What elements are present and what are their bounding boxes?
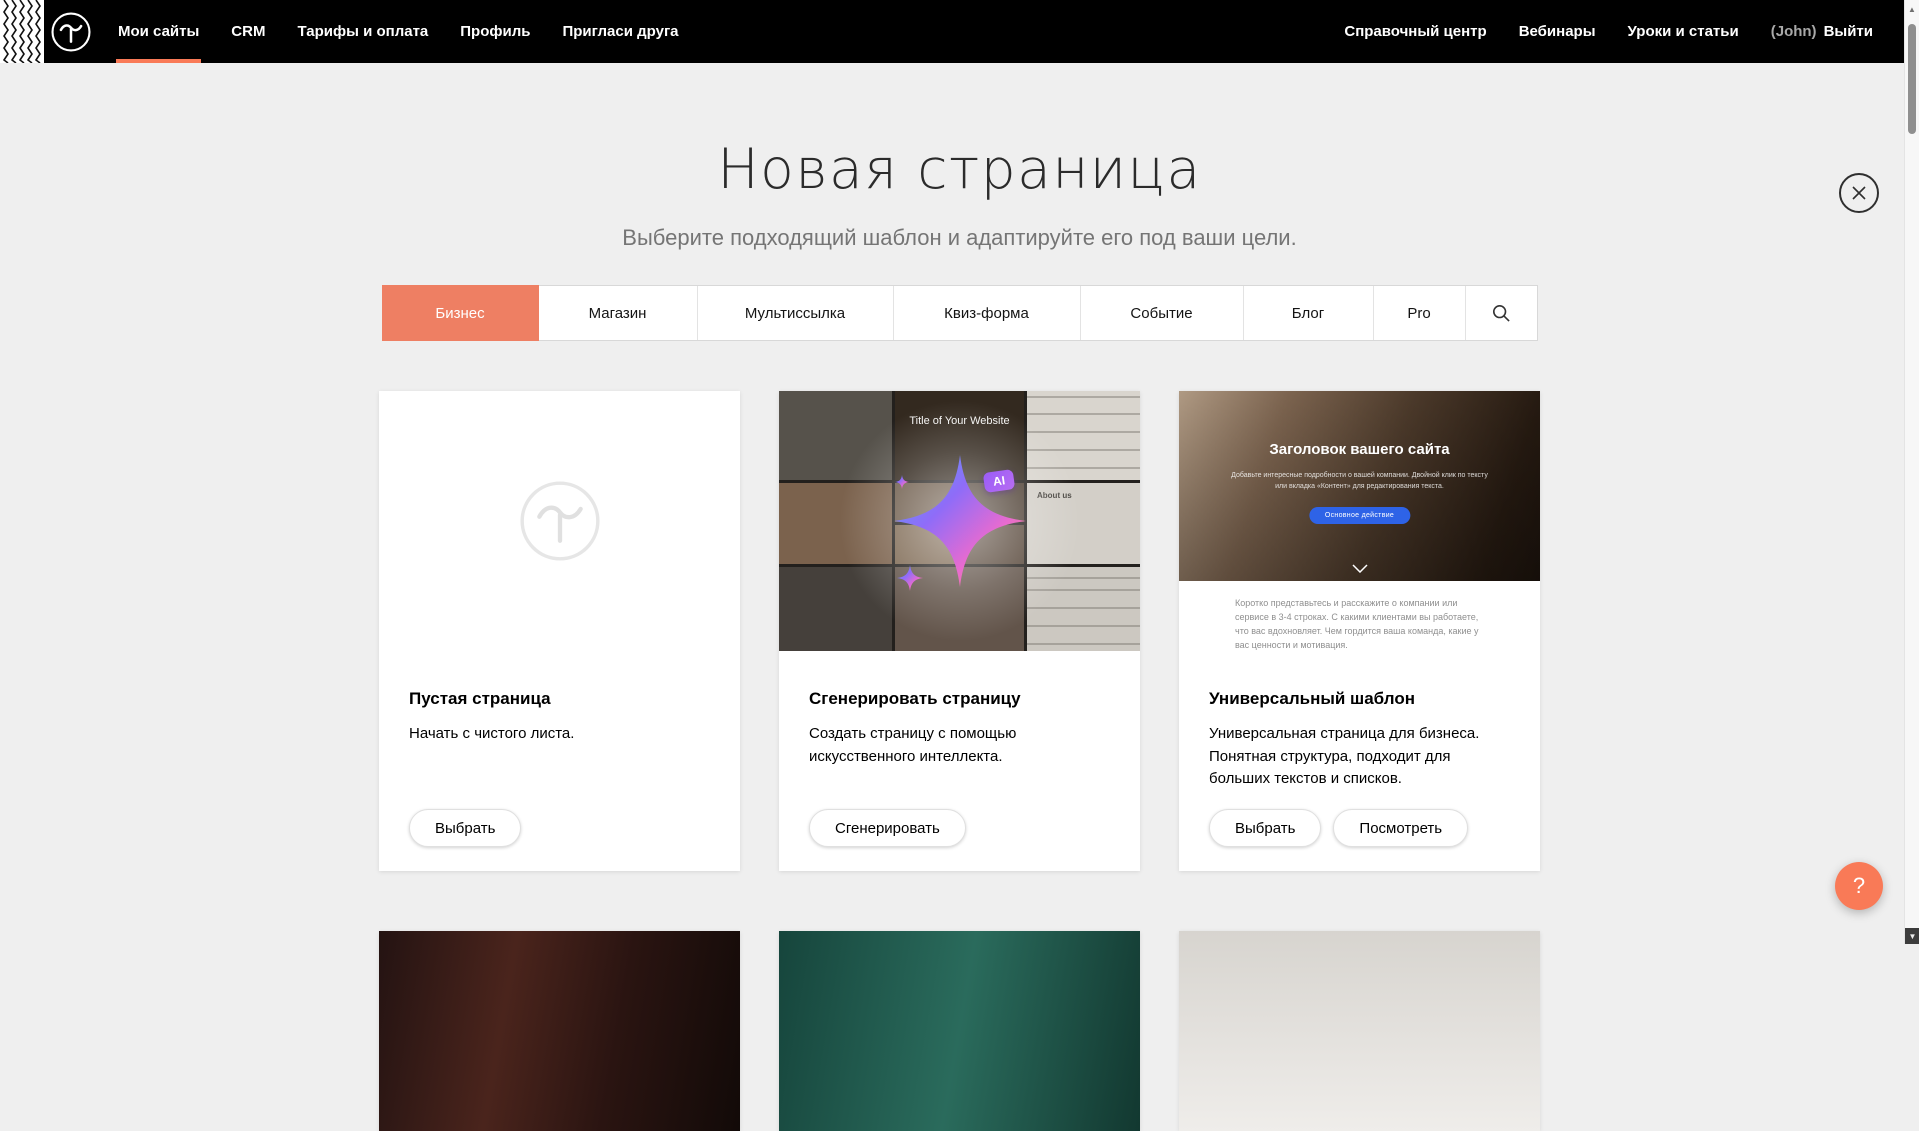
chevron-down-icon: [1352, 564, 1368, 573]
template-card-partial: [379, 931, 740, 1131]
ai-template-preview: About us Title of Your Website: [779, 391, 1140, 651]
nav-crm[interactable]: CRM: [215, 0, 281, 63]
new-page-dialog: Новая страница Выберите подходящий шабло…: [0, 137, 1919, 1131]
card-title: Сгенерировать страницу: [809, 689, 1110, 709]
template-preview-image: [379, 931, 740, 1131]
nav-invite-friend[interactable]: Пригласи друга: [546, 0, 694, 63]
tab-business[interactable]: Бизнес: [382, 285, 539, 341]
page-subtitle: Выберите подходящий шаблон и адаптируйте…: [0, 225, 1919, 251]
template-hero-image: Заголовок вашего сайта Добавьте интересн…: [1179, 391, 1540, 581]
view-button[interactable]: Посмотреть: [1333, 809, 1468, 847]
tab-quiz-form[interactable]: Квиз-форма: [894, 286, 1081, 340]
template-body-text: Коротко представьтесь и расскажите о ком…: [1179, 581, 1540, 651]
zigzag-svg: [0, 0, 44, 63]
card-ai-generate: About us Title of Your Website: [779, 391, 1140, 871]
template-card-partial: [1179, 931, 1540, 1131]
template-cards-row-1: Пустая страница Начать с чистого листа. …: [379, 391, 1540, 871]
nav-my-sites[interactable]: Мои сайты: [102, 0, 215, 63]
ai-badge: AI: [983, 469, 1015, 493]
nav-webinars[interactable]: Вебинары: [1503, 0, 1612, 63]
search-icon: [1492, 304, 1510, 322]
template-cta-button: Основное действие: [1309, 507, 1410, 524]
tilda-logo[interactable]: [50, 0, 92, 63]
template-preview-image: [779, 931, 1140, 1131]
ai-sparkle-tiny-icon: [895, 475, 909, 489]
nav-profile[interactable]: Профиль: [444, 0, 546, 63]
card-actions: Выбрать: [409, 809, 521, 847]
nav-lessons[interactable]: Уроки и статьи: [1612, 0, 1755, 63]
card-title: Пустая страница: [409, 689, 710, 709]
card-title: Универсальный шаблон: [1209, 689, 1510, 709]
scrollbar-thumb[interactable]: [1908, 24, 1916, 134]
nav-help-center[interactable]: Справочный центр: [1328, 0, 1502, 63]
card-body: Сгенерировать страницу Создать страницу …: [779, 651, 1140, 768]
ai-sparkle-small-icon: [897, 565, 923, 591]
card-universal-template: Заголовок вашего сайта Добавьте интересн…: [1179, 391, 1540, 871]
card-actions: Сгенерировать: [809, 809, 966, 847]
generate-button[interactable]: Сгенерировать: [809, 809, 966, 847]
template-hero-heading: Заголовок вашего сайта: [1179, 441, 1540, 458]
tab-shop[interactable]: Магазин: [539, 286, 698, 340]
card-description: Начать с чистого листа.: [409, 723, 710, 746]
close-icon: [1851, 185, 1867, 201]
card-body: Пустая страница Начать с чистого листа.: [379, 651, 740, 746]
choose-button[interactable]: Выбрать: [409, 809, 521, 847]
tab-blog[interactable]: Блог: [1244, 286, 1374, 340]
tilda-watermark-icon: [517, 478, 603, 564]
tab-pro[interactable]: Pro: [1374, 286, 1466, 340]
nav-tariffs[interactable]: Тарифы и оплата: [281, 0, 444, 63]
page-title: Новая страница: [0, 137, 1919, 201]
card-description: Универсальная страница для бизнеса. Поня…: [1209, 723, 1510, 791]
card-blank-page: Пустая страница Начать с чистого листа. …: [379, 391, 740, 871]
tab-multilink[interactable]: Мультиссылка: [698, 286, 894, 340]
page-root: Мои сайты CRM Тарифы и оплата Профиль Пр…: [0, 0, 1919, 1131]
template-hero-subheading: Добавьте интересные подробности о вашей …: [1226, 471, 1493, 492]
main-menu: Мои сайты CRM Тарифы и оплата Профиль Пр…: [102, 0, 695, 63]
user-name: (John): [1771, 23, 1817, 40]
zigzag-pattern-icon: [0, 0, 44, 63]
scroll-down-arrow-icon[interactable]: ▼: [1905, 928, 1919, 944]
card-actions: Выбрать Посмотреть: [1209, 809, 1468, 847]
tilda-logo-icon: [50, 11, 92, 53]
close-button[interactable]: [1839, 173, 1879, 213]
blank-page-preview: [379, 391, 740, 651]
template-category-tabs: Бизнес Магазин Мультиссылка Квиз-форма С…: [382, 285, 1538, 341]
secondary-menu: Справочный центр Вебинары Уроки и статьи…: [1328, 0, 1919, 63]
tab-search[interactable]: [1466, 286, 1537, 340]
tab-event[interactable]: Событие: [1081, 286, 1244, 340]
template-preview-image: [1179, 931, 1540, 1131]
choose-button[interactable]: Выбрать: [1209, 809, 1321, 847]
help-button[interactable]: ?: [1835, 862, 1883, 910]
top-navbar: Мои сайты CRM Тарифы и оплата Профиль Пр…: [0, 0, 1919, 63]
template-cards-row-2: [379, 931, 1540, 1131]
card-body: Универсальный шаблон Универсальная стран…: [1179, 651, 1540, 791]
card-description: Создать страницу с помощью искусственног…: [809, 723, 1110, 768]
vertical-scrollbar[interactable]: ▲ ▼: [1904, 0, 1919, 944]
nav-logout[interactable]: (John) Выйти: [1755, 0, 1889, 63]
logout-label: Выйти: [1824, 23, 1873, 40]
universal-template-preview: Заголовок вашего сайта Добавьте интересн…: [1179, 391, 1540, 651]
scroll-up-arrow-icon[interactable]: ▲: [1905, 5, 1919, 14]
template-card-partial: [779, 931, 1140, 1131]
